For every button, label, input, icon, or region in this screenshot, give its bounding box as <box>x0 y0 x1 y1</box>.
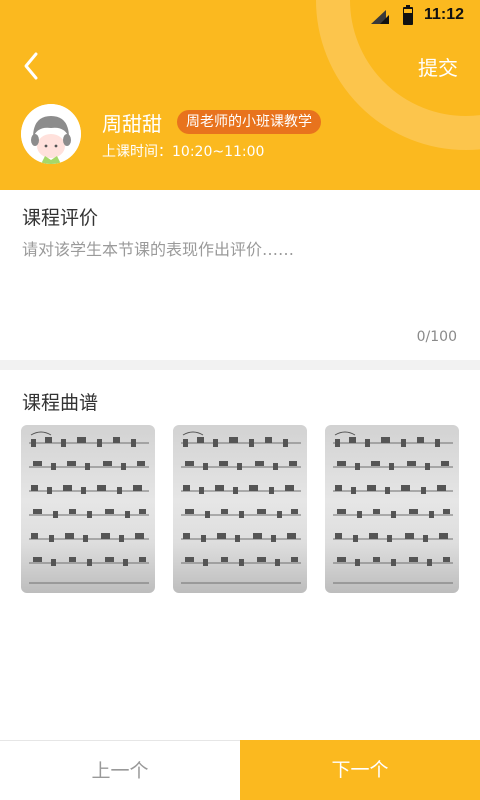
student-name: 周甜甜 <box>102 112 162 136</box>
bottom-bar: 上一个 下一个 <box>0 740 480 800</box>
sheet-music-title: 课程曲谱 <box>22 392 99 414</box>
class-time: 上课时间：10:20~11:00 <box>102 144 265 160</box>
status-bar: 11:12 <box>0 0 480 32</box>
status-time: 11:12 <box>424 6 465 23</box>
next-button[interactable]: 下一个 <box>240 740 480 800</box>
chevron-left-icon <box>24 52 38 80</box>
submit-button[interactable]: 提交 <box>418 52 458 81</box>
header: 11:12 提交 周甜甜 周老师的小班课教学 上课时间：10:20~11:00 <box>0 0 480 190</box>
sheet-music-section: 课程曲谱 <box>0 370 480 740</box>
sheet-music-thumbnail-2[interactable] <box>173 425 307 593</box>
prev-button[interactable]: 上一个 <box>0 741 240 800</box>
sheet-music-image <box>181 431 301 584</box>
evaluation-input[interactable] <box>22 236 458 326</box>
sheet-music-image <box>333 431 453 584</box>
signal-icon <box>371 10 389 24</box>
evaluation-title: 课程评价 <box>22 207 99 229</box>
class-badge: 周老师的小班课教学 <box>177 110 321 134</box>
avatar <box>21 104 81 164</box>
sheet-music-image <box>29 431 149 584</box>
battery-icon <box>403 5 413 25</box>
evaluation-section: 课程评价 0/100 <box>0 190 480 360</box>
section-divider <box>0 360 480 370</box>
char-count: 0/100 <box>416 329 457 345</box>
sheet-music-thumbnail-1[interactable] <box>21 425 155 593</box>
sheet-music-thumbnail-3[interactable] <box>325 425 459 593</box>
back-button[interactable] <box>14 46 54 86</box>
